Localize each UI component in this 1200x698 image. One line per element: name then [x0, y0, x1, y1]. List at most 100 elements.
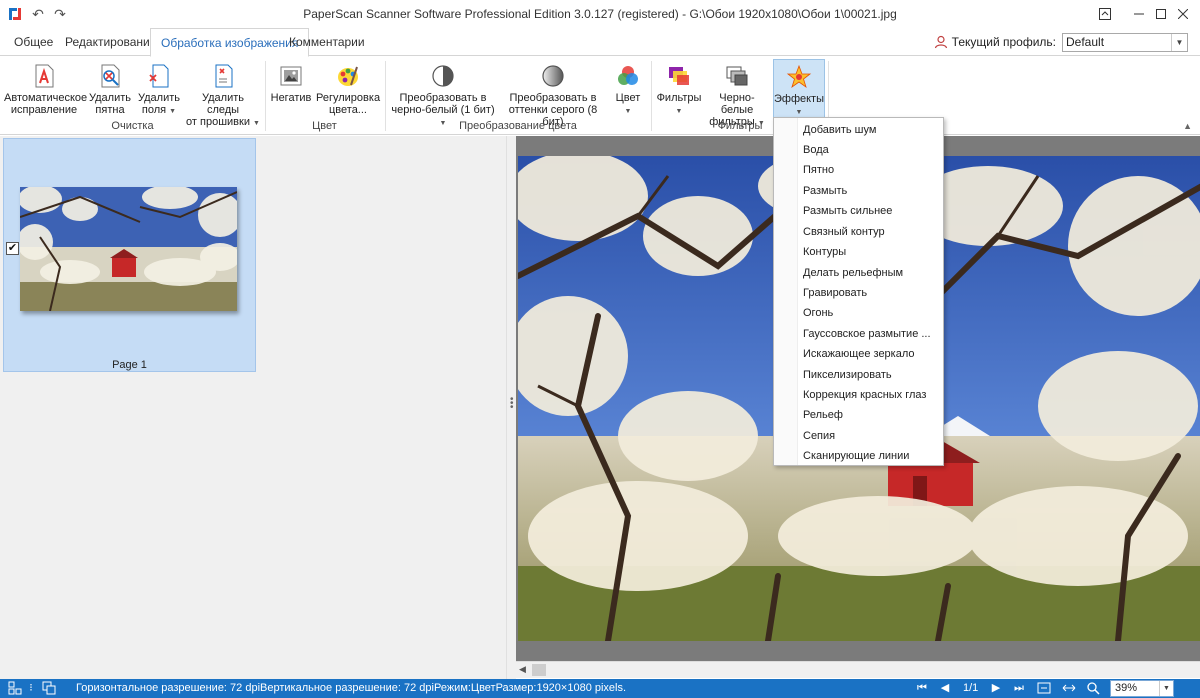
chevron-up-icon[interactable]: ▲ — [1183, 121, 1192, 131]
profile-label: Текущий профиль: — [951, 35, 1056, 49]
effects-menu: Добавить шум Вода Пятно Размыть Размыть … — [773, 117, 944, 466]
menu-item-add-noise[interactable]: Добавить шум — [803, 120, 876, 140]
scrollbar-thumb[interactable] — [532, 664, 546, 676]
previous-page-icon[interactable]: ◀ — [938, 681, 952, 695]
negative-icon — [280, 66, 302, 86]
zoom-dropdown[interactable]: 39% ▼ — [1110, 680, 1174, 697]
remove-spots-button[interactable]: Удалить пятна — [87, 59, 133, 119]
bw-filters-button[interactable]: Черно-белые фильтры ▼ — [705, 59, 769, 128]
remove-staples-label-1: Удалить следы — [202, 92, 244, 116]
color-adjust-button[interactable]: Регулировка цвета... — [316, 59, 380, 119]
star-icon — [786, 64, 812, 89]
first-page-icon[interactable]: ⏮ — [915, 681, 929, 695]
fit-width-icon[interactable] — [1062, 681, 1076, 695]
bw-filters-icon — [726, 66, 748, 86]
menu-item-engrave[interactable]: Гравировать — [803, 283, 867, 303]
chevron-down-icon: ▼ — [795, 109, 803, 116]
convert-gray-label-1: Преобразовать в — [509, 92, 597, 104]
convert-bw-button[interactable]: Преобразовать в черно-белый (1 бит) ▼ — [390, 59, 496, 127]
ribbon-toggle-icon[interactable] — [1088, 0, 1122, 28]
remove-staples-button[interactable]: Удалить следы от прошивки ▼ — [185, 59, 261, 128]
next-page-icon[interactable]: ▶ — [989, 681, 1003, 695]
menu-item-spot[interactable]: Пятно — [803, 160, 834, 180]
ribbon: Автоматическое исправление Удалить пятна… — [0, 57, 1200, 135]
splitter-grip-icon: • • • — [510, 394, 514, 413]
menu-item-distort-mirror[interactable]: Искажающее зеркало — [803, 344, 915, 364]
title-bar: ↶ ↷ PaperScan Scanner Software Professio… — [0, 0, 1200, 28]
remove-staples-icon — [215, 64, 233, 88]
menu-item-gaussian-blur[interactable]: Гауссовское размытие ... — [803, 324, 931, 344]
menu-item-sepia[interactable]: Сепия — [803, 426, 835, 446]
convert-bw-label-2: черно-белый (1 бит) — [391, 104, 495, 116]
thumbnail-label: Page 1 — [112, 359, 147, 371]
image-info: Горизонтальное разрешение: 72 dpiВертика… — [76, 682, 627, 694]
grayscale-icon — [542, 65, 564, 87]
chevron-down-icon: ▼ — [169, 108, 177, 115]
chevron-down-icon: ▼ — [1171, 33, 1187, 51]
menu-icon-strip — [774, 118, 798, 465]
menu-item-connected-contour[interactable]: Связный контур — [803, 222, 885, 242]
menu-item-emboss[interactable]: Делать рельефным — [803, 263, 903, 283]
bw-filters-label-1: Черно-белые — [719, 92, 755, 116]
profile-dropdown[interactable]: Default ▼ — [1062, 32, 1188, 52]
remove-spots-label-1: Удалить — [89, 92, 131, 104]
group-label-cleanup: Очистка — [111, 120, 154, 132]
convert-bw-label-1: Преобразовать в — [399, 92, 487, 104]
thumbnails-view-icon[interactable] — [8, 681, 22, 695]
group-label-color: Цвет — [312, 120, 337, 132]
remove-spots-icon — [101, 64, 120, 88]
close-icon[interactable] — [1166, 0, 1200, 28]
ribbon-tabs: Общее Редактирование Обработка изображен… — [0, 28, 1200, 57]
pages-view-icon[interactable] — [42, 681, 56, 695]
page-indicator: 1/1 — [963, 682, 979, 694]
group-separator — [265, 61, 266, 131]
thumbnails-pane: ✔ Page 1 — [0, 136, 506, 679]
page-thumbnail[interactable]: ✔ Page 1 — [3, 138, 256, 372]
pane-splitter[interactable]: • • • — [506, 136, 516, 679]
effects-label: Эффекты — [774, 93, 825, 105]
menu-item-blur-more[interactable]: Размыть сильнее — [803, 201, 892, 221]
contrast-icon — [432, 65, 454, 87]
menu-item-red-eye[interactable]: Коррекция красных глаз — [803, 385, 926, 405]
tab-comments[interactable]: Комментарии — [279, 28, 375, 56]
color-label: Цвет — [615, 92, 641, 104]
scroll-left-icon[interactable]: ◀ — [519, 664, 526, 675]
fit-page-icon[interactable] — [1037, 681, 1051, 695]
menu-item-pixelate[interactable]: Пикселизировать — [803, 365, 892, 385]
menu-item-water[interactable]: Вода — [803, 140, 829, 160]
menu-item-relief[interactable]: Рельеф — [803, 405, 843, 425]
color-adjust-label-1: Регулировка — [316, 92, 381, 104]
filters-button[interactable]: Фильтры ▼ — [656, 59, 702, 119]
profile-value: Default — [1066, 34, 1105, 49]
convert-gray-button[interactable]: Преобразовать в оттенки серого (8 бит) — [498, 59, 608, 128]
profile-selector: Текущий профиль: Default ▼ — [934, 32, 1188, 52]
effects-button[interactable]: Эффекты ▼ — [773, 59, 825, 119]
menu-item-blur[interactable]: Размыть — [803, 181, 847, 201]
remove-spots-label-2: пятна — [95, 104, 125, 116]
menu-item-fire[interactable]: Огонь — [803, 303, 833, 323]
negative-button[interactable]: Негатив — [269, 59, 313, 119]
auto-fix-label-2: исправление — [10, 104, 78, 116]
remove-margins-label-1: Удалить — [138, 92, 180, 104]
group-separator — [385, 61, 386, 131]
remove-margins-icon — [149, 64, 169, 88]
thumbnail-checkbox[interactable]: ✔ — [6, 242, 19, 255]
zoom-value: 39% — [1115, 682, 1138, 694]
filters-icon — [669, 67, 689, 85]
rgb-icon — [618, 66, 638, 85]
auto-fix-button[interactable]: Автоматическое исправление — [4, 59, 87, 119]
chevron-down-icon: ▼ — [624, 108, 632, 115]
menu-item-scan-lines[interactable]: Сканирующие линии — [803, 446, 909, 466]
color-button[interactable]: Цвет ▼ — [610, 59, 646, 119]
dropdown-icon[interactable]: ⁝ — [24, 681, 38, 695]
remove-margins-button[interactable]: Удалить поля ▼ — [136, 59, 182, 119]
window-title: PaperScan Scanner Software Professional … — [303, 7, 897, 21]
horizontal-scrollbar[interactable]: ◀ — [516, 661, 1200, 678]
menu-item-contours[interactable]: Контуры — [803, 242, 846, 262]
auto-fix-icon — [35, 64, 54, 88]
chevron-down-icon: ▼ — [675, 108, 683, 115]
thumbnail-image — [20, 187, 237, 311]
color-adjust-label-2: цвета... — [329, 104, 367, 116]
last-page-icon[interactable]: ⏭ — [1012, 681, 1026, 695]
zoom-icon[interactable] — [1086, 681, 1100, 695]
